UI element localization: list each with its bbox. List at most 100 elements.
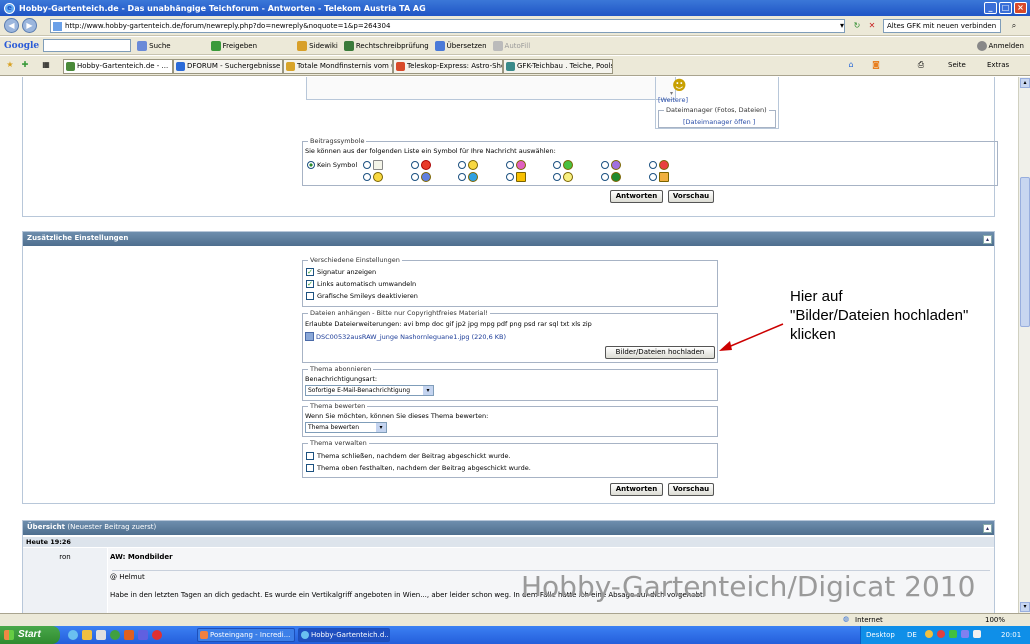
reply-button[interactable]: Antworten <box>610 483 663 496</box>
radio-icon[interactable] <box>458 161 466 169</box>
volume-icon[interactable] <box>973 630 981 638</box>
back-button[interactable]: ◀ <box>4 18 19 33</box>
login-button[interactable]: Anmelden <box>976 40 1024 51</box>
add-favorite-icon[interactable]: ✚ <box>19 59 31 71</box>
checkbox-signature[interactable]: ✓ <box>306 268 314 276</box>
radio-icon[interactable] <box>649 161 657 169</box>
taskbar-item-mail[interactable]: Posteingang - Incredi... <box>197 628 295 642</box>
tab-hobby-gartenteich[interactable]: Hobby-Gartenteich.de - ... <box>63 59 173 74</box>
collapse-icon[interactable]: ▴ <box>983 235 992 244</box>
refresh-icon[interactable]: ↻ <box>851 20 863 32</box>
radio-icon[interactable] <box>506 173 514 181</box>
radio-icon[interactable] <box>553 161 561 169</box>
radio-icon[interactable] <box>506 161 514 169</box>
radio-icon[interactable] <box>649 173 657 181</box>
tab-favicon-icon <box>286 62 295 71</box>
translate-button[interactable]: Übersetzen <box>434 40 487 51</box>
scroll-down-icon[interactable]: ▾ <box>1020 602 1030 612</box>
upload-files-button[interactable]: Bilder/Dateien hochladen <box>605 346 715 359</box>
more-smilies-link[interactable]: [Weitere] <box>658 96 688 104</box>
radio-icon[interactable] <box>458 173 466 181</box>
quicklaunch-folder-icon[interactable] <box>82 630 92 640</box>
radio-no-icon[interactable] <box>307 161 315 169</box>
file-manager-link[interactable]: [Dateimanager öffen ] <box>683 118 755 126</box>
option-sticky-thread[interactable]: Thema oben festhalten, nachdem der Beitr… <box>306 464 531 472</box>
tab-mondfinsternis[interactable]: Totale Mondfinsternis vom 0... <box>283 59 393 74</box>
radio-icon[interactable] <box>363 161 371 169</box>
checkbox-close-thread[interactable] <box>306 452 314 460</box>
option-auto-links[interactable]: ✓ Links automatisch umwandeln <box>306 280 416 288</box>
warning-icon <box>516 172 526 182</box>
tray-icon[interactable] <box>961 630 969 638</box>
zoom-level[interactable]: 100% <box>985 616 1005 624</box>
attached-file[interactable]: DSC00532ausRAW_junge Nashornleguane1.jpg… <box>305 332 506 341</box>
preview-button-top[interactable]: Vorschau <box>668 190 714 203</box>
rating-select[interactable]: Thema bewerten ▾ <box>305 422 387 433</box>
start-button[interactable]: Start <box>0 626 60 644</box>
quicklaunch-app-icon[interactable] <box>110 630 120 640</box>
quicklaunch-app-icon[interactable] <box>152 630 162 640</box>
allowed-extensions: Erlaubte Dateierweiterungen: avi bmp doc… <box>305 320 592 328</box>
maximize-button[interactable]: □ <box>999 2 1012 14</box>
address-bar[interactable]: http://www.hobby-gartenteich.de/forum/ne… <box>50 19 845 33</box>
minimize-button[interactable]: _ <box>984 2 997 14</box>
tray-icon[interactable] <box>925 630 933 638</box>
radio-icon[interactable] <box>601 173 609 181</box>
option-close-thread[interactable]: Thema schließen, nachdem der Beitrag abg… <box>306 452 511 460</box>
google-search-input[interactable] <box>43 39 132 52</box>
tab-teleskop-express[interactable]: Teleskop-Express: Astro-Sho... <box>393 59 503 74</box>
print-icon[interactable]: ⎙ <box>915 59 927 71</box>
quicklaunch-app-icon[interactable] <box>138 630 148 640</box>
forward-button[interactable]: ▶ <box>22 18 37 33</box>
scroll-up-icon[interactable]: ▴ <box>1020 78 1030 88</box>
quicklaunch-ie-icon[interactable] <box>68 630 78 640</box>
message-editor[interactable]: ▾ <box>306 77 676 100</box>
radio-icon[interactable] <box>363 173 371 181</box>
autofill-button[interactable]: AutoFill <box>492 40 530 51</box>
radio-icon[interactable] <box>553 173 561 181</box>
vertical-scrollbar[interactable]: ▴ ▾ <box>1018 77 1030 613</box>
spellcheck-button[interactable]: Rechtschreibprüfung <box>343 40 429 51</box>
feeds-icon[interactable]: ◙ <box>870 59 882 71</box>
tab-gfk-teichbau[interactable]: GFK-Teichbau . Teiche, Pools... <box>503 59 613 74</box>
close-button[interactable]: × <box>1014 2 1027 14</box>
preview-button[interactable]: Vorschau <box>668 483 714 496</box>
checkbox-disable-smilies[interactable] <box>306 292 314 300</box>
search-go-icon[interactable]: ⌕ <box>1008 20 1020 32</box>
option-disable-smilies[interactable]: Grafische Smileys deaktivieren <box>306 292 418 300</box>
option-signature[interactable]: ✓ Signatur anzeigen <box>306 268 376 276</box>
notification-select[interactable]: Sofortige E-Mail-Benachrichtigung ▾ <box>305 385 434 396</box>
quick-tabs-icon[interactable]: ▦ <box>40 59 52 71</box>
quicklaunch-app-icon[interactable] <box>96 630 106 640</box>
favorites-star-icon[interactable]: ★ <box>4 59 16 71</box>
desktop-toolbar[interactable]: Desktop <box>866 626 895 644</box>
radio-icon[interactable] <box>601 161 609 169</box>
radio-icon[interactable] <box>411 161 419 169</box>
scrollbar-thumb[interactable] <box>1020 177 1030 327</box>
stop-icon[interactable]: ✕ <box>866 20 878 32</box>
quicklaunch-app-icon[interactable] <box>124 630 134 640</box>
language-indicator[interactable]: DE <box>907 626 917 644</box>
page-icon <box>53 22 62 31</box>
rate-thread-fieldset: Thema bewerten Wenn Sie möchten, können … <box>302 402 718 437</box>
page-menu[interactable]: Seite <box>948 61 966 69</box>
checkbox-sticky-thread[interactable] <box>306 464 314 472</box>
manage-thread-legend: Thema verwalten <box>308 439 369 447</box>
watermark: Hobby-Gartenteich/Digicat 2010 <box>521 570 976 603</box>
taskbar-item-browser[interactable]: Hobby-Gartenteich.d... <box>298 628 390 642</box>
address-dropdown-icon[interactable]: ▾ <box>836 20 848 32</box>
home-icon[interactable]: ⌂ <box>845 59 857 71</box>
reply-button-top[interactable]: Antworten <box>610 190 663 203</box>
radio-icon[interactable] <box>411 173 419 181</box>
extras-menu[interactable]: Extras <box>987 61 1009 69</box>
tray-icon[interactable] <box>937 630 945 638</box>
share-button[interactable]: Freigeben <box>210 40 257 51</box>
tab-dforum[interactable]: DFORUM - Suchergebnisse <box>173 59 283 74</box>
search-input[interactable]: Altes GFK mit neuen verbinden <box>883 19 1001 33</box>
tray-icon[interactable] <box>949 630 957 638</box>
post-date-bar: Heute 19:26 <box>23 537 994 547</box>
google-search-button[interactable]: Suche <box>137 40 171 51</box>
collapse-icon[interactable]: ▴ <box>983 524 992 533</box>
checkbox-auto-links[interactable]: ✓ <box>306 280 314 288</box>
sidewiki-button[interactable]: Sidewiki <box>297 40 338 51</box>
